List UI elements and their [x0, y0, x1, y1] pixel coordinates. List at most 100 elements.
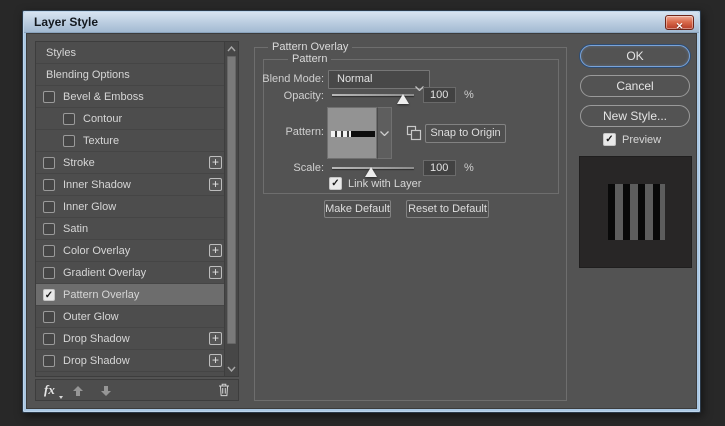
opacity-input[interactable]: 100 — [423, 87, 456, 103]
style-item-label: Contour — [83, 112, 123, 125]
fx-caret-icon — [59, 396, 63, 399]
trash-icon — [219, 383, 229, 397]
scrollbar-thumb[interactable] — [227, 56, 236, 344]
style-enable-checkbox[interactable] — [43, 90, 55, 103]
style-list-footer: fx — [35, 379, 239, 401]
close-icon: ✕ — [675, 21, 684, 31]
style-enable-checkbox[interactable] — [43, 200, 55, 213]
style-item-inner-glow[interactable]: Inner Glow — [36, 196, 238, 218]
delete-effect-button[interactable] — [218, 383, 230, 402]
pattern-picker-button[interactable] — [377, 107, 392, 159]
add-effect-icon[interactable]: + — [209, 266, 222, 279]
add-effect-icon[interactable]: + — [209, 244, 222, 257]
preview-checkbox[interactable]: ✓ — [603, 133, 616, 146]
style-enable-checkbox[interactable] — [43, 266, 55, 279]
style-item-styles[interactable]: Styles — [36, 42, 238, 64]
layer-preview-thumbnail — [579, 156, 692, 268]
add-effect-icon[interactable]: + — [209, 354, 222, 367]
style-item-label: Pattern Overlay — [63, 288, 140, 301]
style-item-label: Color Overlay — [63, 244, 131, 257]
style-enable-checkbox[interactable] — [43, 244, 55, 257]
screen: Layer Style ✕ Styles Blending Options Beve… — [0, 0, 725, 426]
style-item-label: Inner Shadow — [63, 178, 131, 191]
fx-menu-button[interactable]: fx — [44, 381, 63, 399]
style-item-outer-glow[interactable]: Outer Glow — [36, 306, 238, 328]
style-item-color-overlay[interactable]: Color Overlay + — [36, 240, 238, 262]
add-effect-icon[interactable]: + — [209, 156, 222, 169]
style-item-label: Bevel & Emboss — [63, 90, 144, 103]
style-enable-checkbox[interactable] — [43, 332, 55, 345]
chevron-down-icon — [380, 130, 389, 136]
style-item-label: Drop Shadow — [63, 354, 130, 367]
style-item-satin[interactable]: Satin — [36, 218, 238, 240]
group-title: Pattern Overlay — [268, 41, 353, 53]
style-enable-checkbox[interactable] — [63, 112, 75, 125]
dialog-body: Styles Blending Options Bevel & Emboss Cont… — [26, 33, 697, 409]
style-enable-checkbox[interactable] — [43, 222, 55, 235]
style-item-label: Stroke — [63, 156, 95, 169]
style-item-gradient-overlay[interactable]: Gradient Overlay + — [36, 262, 238, 284]
style-item-texture[interactable]: Texture — [36, 130, 238, 152]
blend-mode-select[interactable]: Normal — [328, 70, 430, 92]
ok-button[interactable]: OK — [580, 45, 690, 67]
style-enable-checkbox[interactable] — [43, 354, 55, 367]
move-effect-up-button[interactable] — [72, 384, 84, 402]
new-pattern-button[interactable] — [406, 125, 422, 141]
scale-unit: % — [464, 162, 474, 174]
scale-input[interactable]: 100 — [423, 160, 456, 176]
style-list-scrollbar[interactable] — [224, 42, 238, 376]
style-item-blending-options[interactable]: Blending Options — [36, 64, 238, 86]
blend-mode-value: Normal — [337, 73, 373, 85]
pattern-swatch[interactable] — [327, 107, 377, 159]
style-enable-checkbox[interactable]: ✓ — [43, 288, 55, 301]
check-icon: ✓ — [331, 178, 340, 189]
opacity-label: Opacity: — [283, 90, 324, 102]
style-item-bevel-emboss[interactable]: Bevel & Emboss — [36, 86, 238, 108]
link-with-layer-label: Link with Layer — [348, 178, 422, 190]
style-enable-checkbox[interactable] — [63, 134, 75, 147]
style-item-label: Satin — [63, 222, 89, 235]
style-item-label: Styles — [46, 46, 76, 59]
close-button[interactable]: ✕ — [665, 15, 694, 31]
style-enable-checkbox[interactable] — [43, 178, 55, 191]
cancel-button[interactable]: Cancel — [580, 75, 690, 97]
add-effect-icon[interactable]: + — [209, 178, 222, 191]
style-item-contour[interactable]: Contour — [36, 108, 238, 130]
blend-mode-label: Blend Mode: — [262, 73, 324, 85]
style-enable-checkbox[interactable] — [43, 310, 55, 323]
style-item-label: Gradient Overlay — [63, 266, 147, 279]
preview-label: Preview — [622, 134, 662, 146]
move-effect-down-button[interactable] — [100, 384, 112, 402]
style-item-inner-shadow[interactable]: Inner Shadow + — [36, 174, 238, 196]
titlebar[interactable]: Layer Style ✕ — [24, 12, 699, 33]
opacity-slider-thumb[interactable] — [397, 94, 409, 104]
make-default-button[interactable]: Make Default — [324, 200, 391, 218]
layer-style-dialog: Layer Style ✕ Styles Blending Options Beve… — [22, 10, 701, 413]
new-style-button[interactable]: New Style... — [580, 105, 690, 127]
add-effect-icon[interactable]: + — [209, 332, 222, 345]
style-enable-checkbox[interactable] — [43, 156, 55, 169]
pattern-swatch-line — [351, 131, 375, 137]
snap-to-origin-button[interactable]: Snap to Origin — [425, 124, 506, 143]
style-item-label: Drop Shadow — [63, 332, 130, 345]
scroll-up-icon[interactable] — [225, 43, 238, 55]
style-item-drop-shadow[interactable]: Drop Shadow + — [36, 350, 238, 372]
style-item-drop-shadow[interactable]: Drop Shadow + — [36, 328, 238, 350]
preview-pattern-stripes — [608, 184, 665, 240]
arrow-down-icon — [101, 386, 111, 396]
style-item-stroke[interactable]: Stroke + — [36, 152, 238, 174]
link-with-layer-checkbox[interactable]: ✓ — [329, 177, 342, 190]
style-list: Styles Blending Options Bevel & Emboss Cont… — [35, 41, 239, 377]
new-pattern-icon — [406, 125, 422, 141]
style-item-label: Texture — [83, 134, 120, 147]
opacity-unit: % — [464, 89, 474, 101]
scale-slider-thumb[interactable] — [365, 167, 377, 177]
style-item-pattern-overlay[interactable]: ✓ Pattern Overlay — [36, 284, 238, 306]
style-item-label: Blending Options — [46, 68, 130, 81]
style-item-label: Outer Glow — [63, 310, 119, 323]
pattern-swatch-dashes — [331, 131, 351, 137]
scroll-down-icon[interactable] — [225, 363, 238, 375]
scale-label: Scale: — [293, 162, 324, 174]
dialog-title: Layer Style — [34, 15, 99, 29]
reset-to-default-button[interactable]: Reset to Default — [406, 200, 489, 218]
